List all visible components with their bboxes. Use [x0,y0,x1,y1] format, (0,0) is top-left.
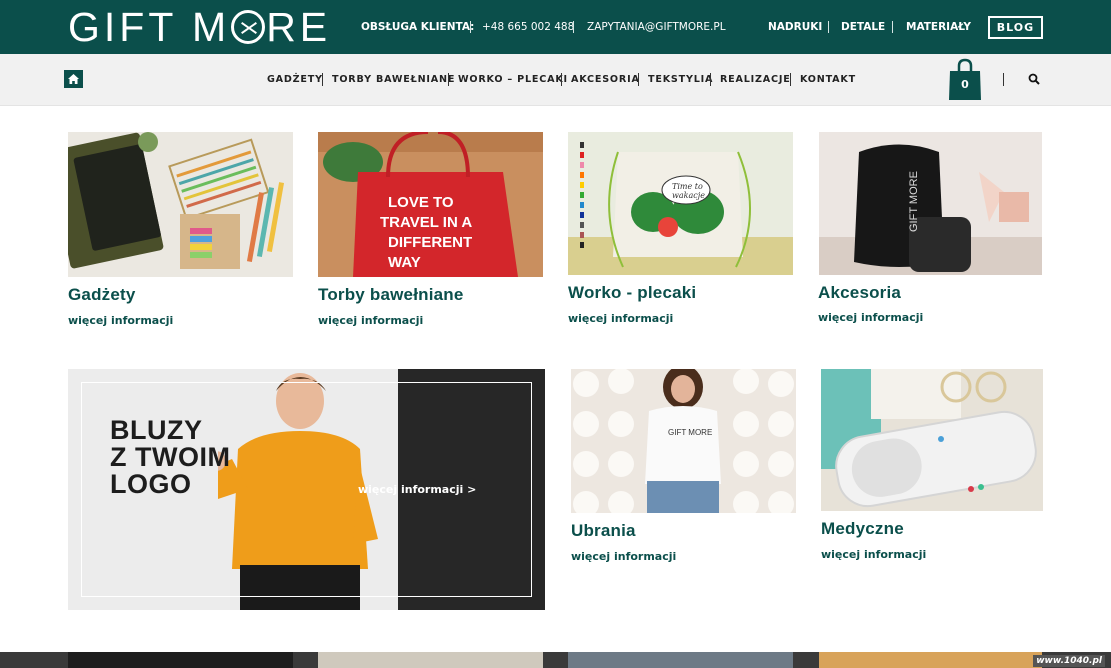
bag-print-line-1: Time to [672,182,703,191]
nav-item-realizacje[interactable]: REALIZACJE [720,74,791,85]
card-image-gadzety[interactable] [68,132,293,277]
nav-item-akcesoria[interactable]: AKCESORIA [571,74,640,85]
nav-divider [790,73,791,86]
divider [573,21,574,33]
card-link-ubrania[interactable]: więcej informacji [571,550,676,563]
cart-count: 0 [961,78,969,91]
banner-headline-line: BLUZY [110,415,203,445]
search-icon[interactable] [1028,73,1040,85]
main-nav: GADŻETY TORBY BAWEŁNIANE WORKO – PLECAKI… [0,54,1111,106]
banner-headline: BLUZY Z TWOIM LOGO [110,417,230,498]
nav-item-gadzety[interactable]: GADŻETY [267,74,323,85]
card-title-ubrania[interactable]: Ubrania [571,521,636,541]
top-link-detale[interactable]: DETALE [841,21,885,33]
card-title-torby[interactable]: Torby bawełniane [318,285,464,305]
home-button[interactable] [64,70,83,88]
nav-divider [322,73,323,86]
email-link[interactable]: ZAPYTANIA@GIFTMORE.PL [587,21,726,33]
card-image-ubrania[interactable]: GIFT MORE [571,369,796,513]
divider [470,21,471,33]
bag-print-line-1: LOVE TO [388,194,454,211]
bag-print-line-3: DIFFERENT [388,234,472,251]
card-link-worko[interactable]: więcej informacji [568,312,673,325]
nav-divider [710,73,711,86]
nav-item-torby[interactable]: TORBY BAWEŁNIANE [332,74,455,85]
card-link-akcesoria[interactable]: więcej informacji [818,311,923,324]
home-icon [68,74,79,84]
top-link-materialy[interactable]: MATERIAŁY [906,21,971,33]
card-image-torby[interactable]: LOVE TO TRAVEL IN A DIFFERENT WAY [318,132,543,277]
phone-link[interactable]: +48 665 002 488 [482,21,574,33]
blog-button[interactable]: BLOG [988,16,1043,39]
logo[interactable]: GIFT M RE [68,6,331,48]
divider [892,21,893,33]
card-image-preview[interactable] [568,652,793,668]
nav-item-tekstylia[interactable]: TEKSTYLIA [648,74,713,85]
next-row-preview [0,652,1111,668]
card-title-medyczne[interactable]: Medyczne [821,519,904,539]
card-image-preview[interactable] [68,652,293,668]
nav-divider [448,73,449,86]
bag-print-text: GIFT MORE [908,171,920,232]
watermark: www.1040.pl [1033,655,1105,667]
logo-o-ring [231,10,266,44]
bag-print-line-2: TRAVEL IN A [380,214,472,231]
banner-headline-line: LOGO [110,469,192,499]
nav-item-kontakt[interactable]: KONTAKT [800,74,856,85]
nav-divider [561,73,562,86]
logo-text: GIFT M [68,4,231,50]
banner-headline-line: Z TWOIM [110,442,231,472]
card-title-gadzety[interactable]: Gadżety [68,285,136,305]
nav-item-worko[interactable]: WORKO – PLECAKI [458,74,568,85]
bag-print-line-2: wakacje [672,191,705,200]
promo-banner[interactable]: BLUZY Z TWOIM LOGO więcej informacji > [68,369,545,610]
card-title-worko[interactable]: Worko - plecaki [568,283,696,303]
nav-divider [1003,73,1004,86]
nav-divider [638,73,639,86]
card-link-torby[interactable]: więcej informacji [318,314,423,327]
bag-photo: LOVE TO TRAVEL IN A DIFFERENT WAY [318,132,543,277]
card-image-preview[interactable] [819,652,1042,668]
logo-text-end: RE [266,4,332,50]
gadgets-photo [68,132,293,277]
card-title-akcesoria[interactable]: Akcesoria [818,283,901,303]
card-image-akcesoria[interactable]: GIFT MORE [819,132,1042,275]
card-image-medyczne[interactable] [821,369,1043,511]
card-image-preview[interactable] [318,652,543,668]
contact-label: OBSŁUGA KLIENTA: [361,21,475,33]
tshirt-print-text: GIFT MORE [668,428,712,437]
top-link-nadruki[interactable]: NADRUKI [768,21,822,33]
accessories-photo: GIFT MORE [819,132,1042,275]
top-bar: GIFT M RE OBSŁUGA KLIENTA: +48 665 002 48… [0,0,1111,54]
banner-more-link[interactable]: więcej informacji > [358,483,476,496]
card-link-medyczne[interactable]: więcej informacji [821,548,926,561]
divider [828,21,829,33]
pill-organizer-photo [821,369,1043,511]
drawstring-bag-photo: Time to wakacje [568,132,793,275]
card-link-gadzety[interactable]: więcej informacji [68,314,173,327]
cart-button[interactable]: 0 [948,58,982,102]
card-image-worko[interactable]: Time to wakacje [568,132,793,275]
bag-print-line-4: WAY [388,254,421,271]
tshirt-woman-photo: GIFT MORE [571,369,796,513]
